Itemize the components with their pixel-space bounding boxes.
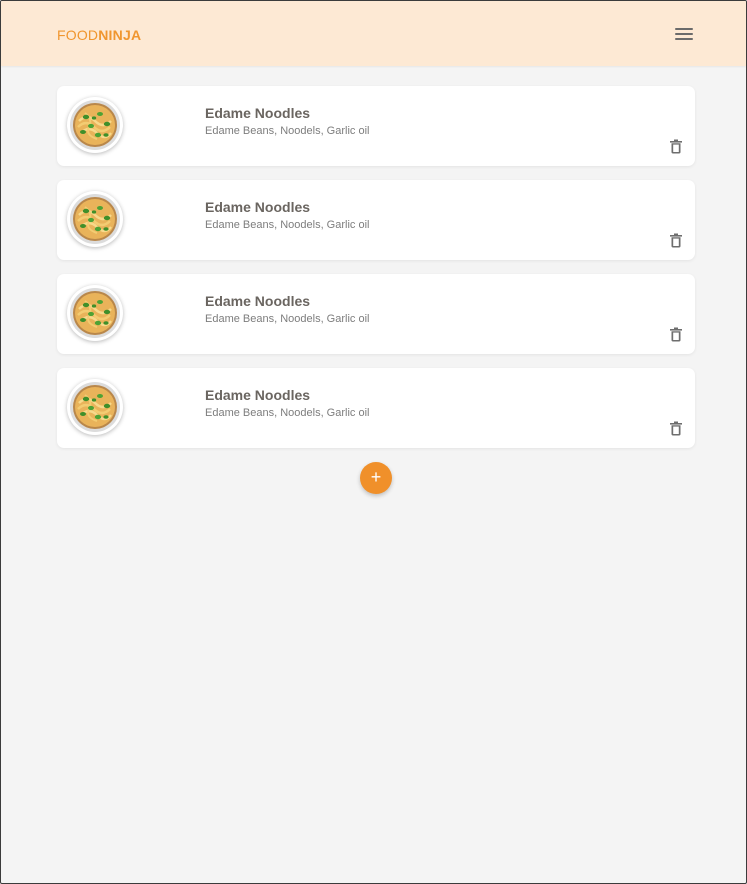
recipe-ingredients: Edame Beans, Noodels, Garlic oil — [205, 407, 370, 419]
plus-icon: + — [370, 467, 382, 487]
recipe-card: Edame Noodles Edame Beans, Noodels, Garl… — [57, 274, 695, 354]
recipe-title: Edame Noodles — [205, 105, 311, 121]
hamburger-menu-icon[interactable] — [672, 23, 696, 45]
brand-logo[interactable]: FOODNINJA — [57, 26, 141, 44]
menu-line — [675, 33, 693, 35]
app-window: FOODNINJA Edame Noodles Edame Beans, Noo… — [0, 0, 747, 884]
noodle-bowl-icon — [67, 379, 123, 435]
trash-icon[interactable] — [669, 327, 683, 342]
trash-icon[interactable] — [669, 233, 683, 248]
add-recipe-button[interactable]: + — [360, 462, 392, 494]
recipe-ingredients: Edame Beans, Noodels, Garlic oil — [205, 125, 370, 137]
logo-text-food: FOOD — [57, 27, 99, 43]
trash-icon[interactable] — [669, 139, 683, 154]
recipe-card: Edame Noodles Edame Beans, Noodels, Garl… — [57, 86, 695, 166]
noodle-bowl-icon — [67, 191, 123, 247]
recipe-title: Edame Noodles — [205, 293, 311, 309]
recipe-card: Edame Noodles Edame Beans, Noodels, Garl… — [57, 180, 695, 260]
menu-line — [675, 28, 693, 30]
noodle-bowl-icon — [67, 285, 123, 341]
menu-line — [675, 38, 693, 40]
trash-icon[interactable] — [669, 421, 683, 436]
recipe-list: Edame Noodles Edame Beans, Noodels, Garl… — [57, 86, 695, 462]
recipe-title: Edame Noodles — [205, 387, 311, 403]
navbar: FOODNINJA — [1, 1, 746, 66]
recipe-ingredients: Edame Beans, Noodels, Garlic oil — [205, 219, 370, 231]
recipe-title: Edame Noodles — [205, 199, 311, 215]
noodle-bowl-icon — [67, 97, 123, 153]
logo-text-ninja: NINJA — [98, 27, 142, 43]
recipe-ingredients: Edame Beans, Noodels, Garlic oil — [205, 313, 370, 325]
recipe-card: Edame Noodles Edame Beans, Noodels, Garl… — [57, 368, 695, 448]
